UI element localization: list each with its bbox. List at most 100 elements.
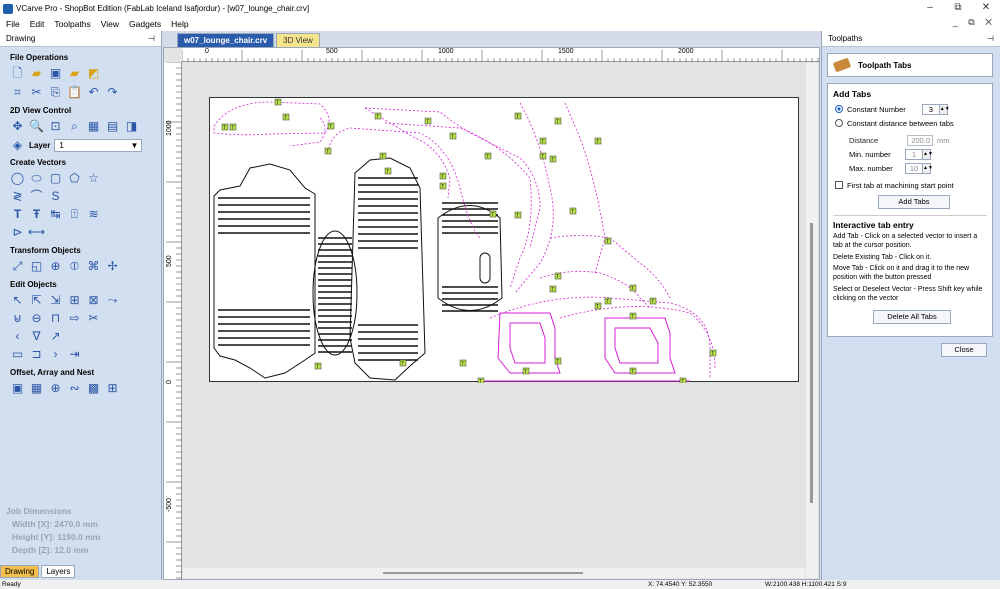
spin-arrows-icon[interactable]: ▲▼ <box>922 149 933 159</box>
tab-marker[interactable]: T <box>594 137 602 145</box>
tab-marker[interactable]: T <box>679 377 687 385</box>
block-copy-icon[interactable]: ▦ <box>29 381 44 395</box>
tab-marker[interactable]: T <box>604 237 612 245</box>
import-icon[interactable]: ▰ <box>67 66 82 80</box>
tab-marker[interactable]: T <box>229 123 237 131</box>
tab-marker[interactable]: T <box>629 367 637 375</box>
min-number-stepper[interactable]: 1 ▲▼ <box>905 148 933 160</box>
vertical-scroll-thumb[interactable] <box>810 223 813 503</box>
tab-marker[interactable]: T <box>554 357 562 365</box>
text-icon[interactable]: T <box>10 207 25 221</box>
zoom-icon[interactable]: 🔍 <box>29 119 44 133</box>
tab-marker[interactable]: T <box>604 297 612 305</box>
mdi-controls[interactable]: _ ⧉ ✕ <box>953 17 996 28</box>
constant-number-stepper[interactable]: 3 ▲▼ <box>921 103 950 115</box>
extend-icon[interactable]: ↗ <box>48 329 63 343</box>
group-icon[interactable]: ⊞ <box>67 293 82 307</box>
horizontal-scroll-thumb[interactable] <box>383 572 583 574</box>
auto-layout-text-icon[interactable]: ⍐ <box>67 207 82 221</box>
redo-icon[interactable]: ↷ <box>105 85 120 99</box>
menu-help[interactable]: Help <box>165 19 192 29</box>
pan-icon[interactable]: ✥ <box>10 119 25 133</box>
menu-file[interactable]: File <box>0 19 24 29</box>
cut-icon[interactable]: ✂ <box>29 85 44 99</box>
tab-marker[interactable]: T <box>374 112 382 120</box>
tab-document[interactable]: w07_lounge_chair.crv <box>177 33 275 47</box>
text-on-curve-icon[interactable]: Ŧ <box>29 207 44 221</box>
constant-number-radio[interactable] <box>835 105 843 113</box>
tab-marker[interactable]: T <box>399 359 407 367</box>
weld-icon[interactable]: ⊌ <box>10 311 25 325</box>
delete-all-tabs-button[interactable]: Delete All Tabs <box>873 309 951 324</box>
fit-view-icon[interactable]: ▦ <box>86 119 101 133</box>
trim-icon[interactable]: ✂ <box>86 311 101 325</box>
copy-along-icon[interactable]: ∾ <box>67 381 82 395</box>
sort-icon[interactable]: ⊐ <box>29 347 44 361</box>
vertical-scrollbar[interactable] <box>806 63 818 578</box>
tab-marker[interactable]: T <box>549 285 557 293</box>
tab-marker[interactable]: T <box>514 112 522 120</box>
ungroup-icon[interactable]: ⊠ <box>86 293 101 307</box>
tab-marker[interactable]: T <box>484 152 492 160</box>
chamfer-icon[interactable]: ∇ <box>29 329 44 343</box>
nest-icon[interactable]: ▩ <box>86 381 101 395</box>
tab-marker[interactable]: T <box>477 377 485 385</box>
fillet-icon[interactable]: ‹ <box>10 329 25 343</box>
chair-parts-drawing[interactable]: T T T T T T T T T T T T T T T T T T T T T T T T T T T T T T T T T T T T T T T T <box>210 98 800 385</box>
offset-icon[interactable]: ▣ <box>10 381 25 395</box>
first-tab-checkbox[interactable] <box>835 181 843 189</box>
curve-icon[interactable]: S <box>48 189 63 203</box>
intersect-icon[interactable]: ⊓ <box>48 311 63 325</box>
paste-icon[interactable]: 📋 <box>67 85 82 99</box>
ellipse-icon[interactable]: ⬭ <box>29 171 44 185</box>
tab-marker[interactable]: T <box>379 152 387 160</box>
tab-marker[interactable]: T <box>539 152 547 160</box>
transform-mode-icon[interactable]: ⇲ <box>48 293 63 307</box>
drawing-canvas[interactable]: 0 500 1000 1500 2000 1000 500 0 -500 T T… <box>163 47 820 580</box>
tab-marker[interactable]: T <box>629 312 637 320</box>
tab-layers[interactable]: Layers <box>41 565 76 578</box>
tab-marker[interactable]: T <box>629 284 637 292</box>
last-icon[interactable]: ⇥ <box>67 347 82 361</box>
menu-view[interactable]: View <box>95 19 123 29</box>
rectangle-icon[interactable]: ▢ <box>48 171 63 185</box>
tab-marker[interactable]: T <box>314 362 322 370</box>
polyline-icon[interactable]: ≷ <box>10 189 25 203</box>
tab-marker[interactable]: T <box>384 167 392 175</box>
zoom-box-icon[interactable]: ⊡ <box>48 119 63 133</box>
new-file-icon[interactable]: 🗋 <box>10 66 25 80</box>
tab-drawing[interactable]: Drawing <box>0 565 40 578</box>
pin-icon[interactable]: ⊣ <box>148 34 155 43</box>
trace-icon[interactable]: ⊳ <box>10 225 25 239</box>
menu-edit[interactable]: Edit <box>24 19 49 29</box>
tab-marker[interactable]: T <box>549 155 557 163</box>
circle-icon[interactable]: ◯ <box>10 171 25 185</box>
close-vector-icon[interactable]: ▭ <box>10 347 25 361</box>
star-icon[interactable]: ☆ <box>86 171 101 185</box>
scale-icon[interactable]: ◱ <box>29 259 44 273</box>
close-button[interactable]: Close <box>941 343 987 357</box>
material-sheet[interactable]: T T T T T T T T T T T T T T T T T T T T T T T T T T T T T T T T T T T T T T T T <box>209 97 800 385</box>
spin-arrows-icon[interactable]: ▲▼ <box>938 104 950 114</box>
open-file-icon[interactable]: ▰ <box>29 66 44 80</box>
tab-marker[interactable]: T <box>514 211 522 219</box>
canvas-area[interactable]: T T T T T T T T T T T T T T T T T T T T T T T T T T T T T T T T T T T T T T T T <box>183 63 805 563</box>
tab-marker[interactable]: T <box>327 122 335 130</box>
import-bitmap-icon[interactable]: ◩ <box>86 66 101 80</box>
menu-gadgets[interactable]: Gadgets <box>123 19 165 29</box>
tab-marker[interactable]: T <box>554 272 562 280</box>
circular-copy-icon[interactable]: ⊕ <box>48 381 63 395</box>
mirror-icon[interactable]: ⦶ <box>67 259 82 273</box>
polygon-icon[interactable]: ⬠ <box>67 171 82 185</box>
tab-marker[interactable]: T <box>449 132 457 140</box>
fit-array-icon[interactable]: ⊞ <box>105 381 120 395</box>
tab-marker[interactable]: T <box>459 359 467 367</box>
job-setup-icon[interactable]: ⌗ <box>10 85 25 99</box>
spin-arrows-icon[interactable]: ▲▼ <box>922 163 933 173</box>
warp-text-icon[interactable]: ≋ <box>86 207 101 221</box>
tab-marker[interactable]: T <box>594 302 602 310</box>
smart-icon[interactable]: ⇨ <box>67 311 82 325</box>
tab-3d-view[interactable]: 3D View <box>276 33 320 47</box>
pin-icon[interactable]: ⊣ <box>987 34 994 43</box>
tab-marker[interactable]: T <box>709 349 717 357</box>
